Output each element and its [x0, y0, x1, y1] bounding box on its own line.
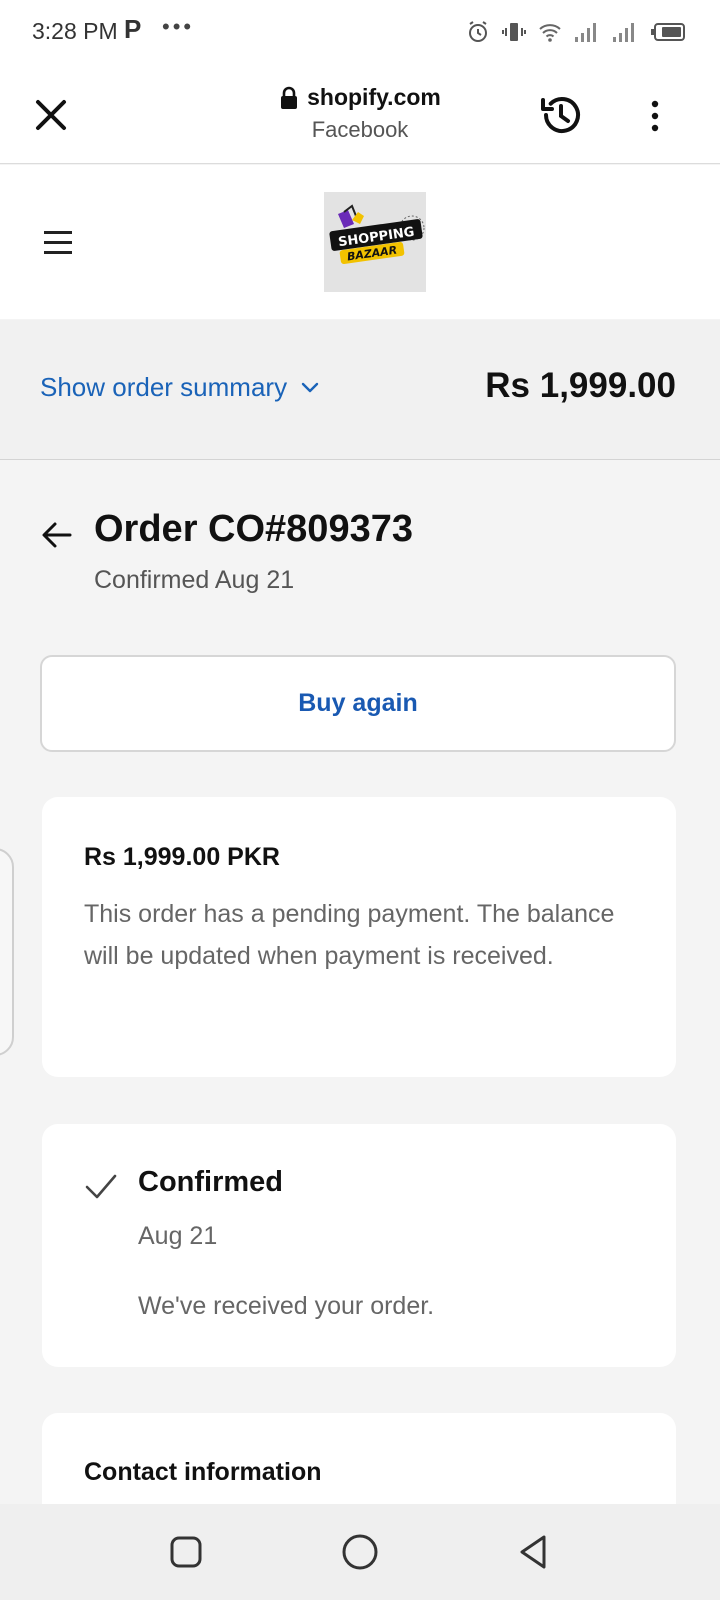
order-summary-bar: Show order summary Rs 1,999.00: [0, 320, 720, 460]
show-order-summary-toggle[interactable]: Show order summary: [40, 372, 319, 403]
url-source: Facebook: [311, 117, 409, 142]
contact-title: Contact information: [84, 1458, 322, 1486]
shop-logo-graphic: SHOPPING BAZAAR: [329, 204, 425, 264]
menu-icon[interactable]: [44, 231, 72, 255]
system-navigation-bar: [0, 1504, 720, 1600]
shop-header: SHOPPING BAZAAR: [0, 165, 720, 319]
order-title: Order CO#809373: [94, 508, 413, 550]
status-bar: 3:28 PM P •••: [0, 0, 720, 66]
back-icon[interactable]: [514, 1532, 554, 1572]
pending-message: This order has a pending payment. The ba…: [84, 900, 615, 970]
home-icon[interactable]: [340, 1532, 380, 1572]
signal-icon: [613, 23, 634, 42]
summary-toggle-label: Show order summary: [40, 372, 288, 402]
lock-icon: [281, 86, 298, 109]
more-notifications-icon: •••: [162, 14, 195, 39]
status-message: We've received your order.: [138, 1292, 435, 1320]
vibrate-icon: [502, 23, 526, 41]
alarm-icon: [469, 21, 487, 42]
shop-logo[interactable]: SHOPPING BAZAAR: [324, 192, 426, 292]
battery-icon: [651, 23, 685, 41]
close-icon[interactable]: [30, 94, 72, 136]
pending-payment-card: Rs 1,999.00 PKR This order has a pending…: [42, 797, 676, 1077]
buy-again-button[interactable]: Buy again: [40, 655, 676, 752]
app-notification-icon: P: [124, 14, 142, 44]
checkmark-icon: [85, 1174, 117, 1199]
back-arrow-icon[interactable]: [40, 518, 74, 552]
status-title: Confirmed: [138, 1166, 283, 1198]
history-icon[interactable]: [536, 90, 586, 140]
pending-amount: Rs 1,999.00 PKR: [84, 843, 280, 871]
side-drawer-handle[interactable]: [0, 848, 14, 1056]
order-subtitle: Confirmed Aug 21: [94, 566, 295, 594]
url-domain: shopify.com: [307, 84, 441, 110]
status-date: Aug 21: [138, 1222, 218, 1250]
system-icons: [466, 18, 686, 46]
browser-toolbar: shopify.com Facebook: [0, 66, 720, 164]
url-display[interactable]: shopify.com Facebook: [240, 84, 480, 143]
order-status-card: Confirmed Aug 21 We've received your ord…: [42, 1124, 676, 1367]
recents-icon[interactable]: [166, 1532, 206, 1572]
signal-icon: [575, 23, 596, 42]
order-total: Rs 1,999.00: [485, 366, 676, 405]
more-vert-icon[interactable]: [640, 94, 670, 138]
wifi-icon: [539, 24, 561, 42]
status-time: 3:28 PM: [32, 18, 118, 44]
chevron-down-icon: [301, 382, 319, 392]
